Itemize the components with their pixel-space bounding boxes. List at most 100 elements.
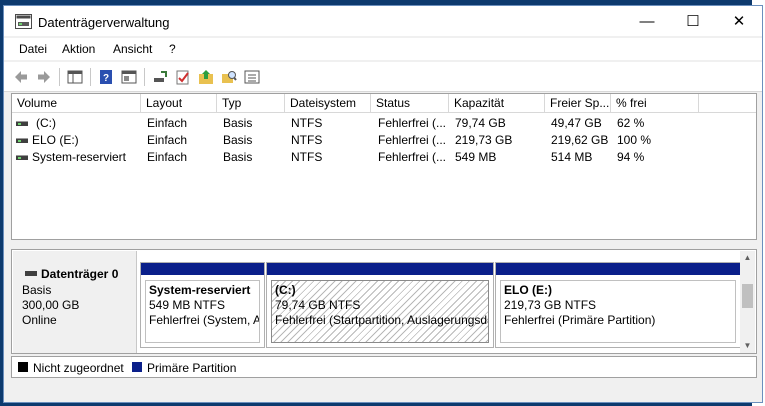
scroll-up-icon[interactable]: ▲ <box>740 251 755 265</box>
partition-name: System-reserviert <box>149 283 251 297</box>
cell-kapazitaet: 79,74 GB <box>455 116 506 130</box>
legend-primary-label: Primäre Partition <box>147 361 237 375</box>
cell-volume: System-reserviert <box>32 150 127 164</box>
maximize-button[interactable]: ☐ <box>670 6 716 36</box>
title-bar: Datenträgerverwaltung — ☐ ✕ <box>4 6 762 36</box>
partition-system-reserved[interactable]: System-reserviert 549 MB NTFS Fehlerfrei… <box>140 262 265 348</box>
scrollbar-thumb[interactable] <box>742 284 753 308</box>
disk-management-app-icon <box>15 14 32 29</box>
partition-body: ELO (E:) 219,73 GB NTFS Fehlerfrei (Prim… <box>500 280 736 343</box>
partition-name: ELO (E:) <box>504 283 552 297</box>
check-icon[interactable] <box>175 69 191 85</box>
cell-layout: Einfach <box>147 116 188 130</box>
forward-arrow-icon[interactable] <box>36 69 52 85</box>
cell-freier-speicher: 514 MB <box>551 150 593 164</box>
cell-typ: Basis <box>223 133 253 147</box>
volume-list-header: Volume Layout Typ Dateisystem Status Kap… <box>12 94 756 113</box>
cell-layout: Einfach <box>147 133 188 147</box>
connect-icon[interactable] <box>152 69 168 85</box>
disk-info-panel[interactable]: Datenträger 0 Basis 300,00 GB Online <box>13 251 137 353</box>
svg-text:?: ? <box>103 73 109 84</box>
disk-type: Basis <box>22 283 52 297</box>
menu-aktion[interactable]: Aktion <box>62 42 95 56</box>
column-header-kapazitaet[interactable]: Kapazität <box>449 94 545 113</box>
help-icon[interactable]: ? <box>98 69 114 85</box>
disk-management-window: Datenträgerverwaltung — ☐ ✕ Datei Aktion… <box>3 5 763 403</box>
search-icon[interactable] <box>221 69 237 85</box>
partition-status: Fehlerfrei (Primäre Partition) <box>504 313 656 327</box>
toolbar-separator <box>90 68 91 86</box>
partition-size: 219,73 GB NTFS <box>504 298 597 312</box>
column-header-volume[interactable]: Volume <box>12 94 141 113</box>
disk-drive-icon <box>25 271 37 276</box>
cell-typ: Basis <box>223 116 253 130</box>
volume-drive-icon <box>16 155 28 160</box>
cell-dateisystem: NTFS <box>291 116 323 130</box>
partition-header-bar <box>267 263 493 275</box>
partition-size: 549 MB NTFS <box>149 298 226 312</box>
column-header-typ[interactable]: Typ <box>217 94 285 113</box>
volume-drive-icon <box>16 121 28 126</box>
toolbar: ? <box>4 62 762 92</box>
legend-primary-swatch <box>132 362 142 372</box>
scroll-down-icon[interactable]: ▼ <box>740 339 755 353</box>
cell-volume: ELO (E:) <box>32 133 79 147</box>
cell-prozent-frei: 100 % <box>617 133 652 147</box>
disk-size: 300,00 GB <box>22 298 80 312</box>
column-header-status[interactable]: Status <box>371 94 449 113</box>
column-header-freier-speicher[interactable]: Freier Sp... <box>545 94 611 113</box>
properties-icon[interactable] <box>121 69 137 85</box>
partition-elo-e[interactable]: ELO (E:) 219,73 GB NTFS Fehlerfrei (Prim… <box>495 262 741 348</box>
cell-status: Fehlerfrei (... <box>378 116 447 130</box>
cell-kapazitaet: 219,73 GB <box>455 133 513 147</box>
partition-header-bar <box>141 263 264 275</box>
partition-name: (C:) <box>275 283 296 297</box>
legend-unallocated-label: Nicht zugeordnet <box>33 361 124 375</box>
partition-c[interactable]: (C:) 79,74 GB NTFS Fehlerfrei (Startpart… <box>266 262 494 348</box>
disk-graphical-view: Datenträger 0 Basis 300,00 GB Online Sys… <box>11 249 757 354</box>
volume-drive-icon <box>16 138 28 143</box>
pane-splitter[interactable] <box>11 241 757 248</box>
partition-body-selected: (C:) 79,74 GB NTFS Fehlerfrei (Startpart… <box>271 280 489 343</box>
cell-dateisystem: NTFS <box>291 150 323 164</box>
cell-prozent-frei: 62 % <box>617 116 645 130</box>
partition-status: Fehlerfrei (Startpartition, Auslagerungs… <box>275 313 489 327</box>
cell-freier-speicher: 219,62 GB <box>551 133 609 147</box>
list-icon[interactable] <box>244 69 260 85</box>
cell-typ: Basis <box>223 150 253 164</box>
menu-datei[interactable]: Datei <box>19 42 47 56</box>
back-arrow-icon[interactable] <box>13 69 29 85</box>
cell-status: Fehlerfrei (... <box>378 150 447 164</box>
legend-bar: Nicht zugeordnet Primäre Partition <box>11 356 757 378</box>
toolbar-separator <box>59 68 60 86</box>
partition-header-bar <box>496 263 740 275</box>
disk-name: Datenträger 0 <box>41 267 119 281</box>
disk-status: Online <box>22 313 57 327</box>
vertical-scrollbar[interactable]: ▲ ▼ <box>740 251 755 353</box>
cell-dateisystem: NTFS <box>291 133 323 147</box>
menu-ansicht[interactable]: Ansicht <box>113 42 152 56</box>
close-button[interactable]: ✕ <box>716 6 762 36</box>
cell-prozent-frei: 94 % <box>617 150 645 164</box>
table-row[interactable]: (C:) Einfach Basis NTFS Fehlerfrei (... … <box>12 115 756 132</box>
cell-kapazitaet: 549 MB <box>455 150 497 164</box>
partition-size: 79,74 GB NTFS <box>275 298 361 312</box>
cell-status: Fehlerfrei (... <box>378 133 447 147</box>
column-header-prozent-frei[interactable]: % frei <box>611 94 699 113</box>
partition-body: System-reserviert 549 MB NTFS Fehlerfrei… <box>145 280 260 343</box>
table-row[interactable]: ELO (E:) Einfach Basis NTFS Fehlerfrei (… <box>12 132 756 149</box>
toolbar-separator <box>144 68 145 86</box>
minimize-button[interactable]: — <box>624 6 670 36</box>
console-tree-icon[interactable] <box>67 69 83 85</box>
volume-list: Volume Layout Typ Dateisystem Status Kap… <box>11 93 757 240</box>
partition-status: Fehlerfrei (System, Al <box>149 313 260 327</box>
table-row[interactable]: System-reserviert Einfach Basis NTFS Feh… <box>12 149 756 166</box>
folder-up-icon[interactable] <box>198 69 214 85</box>
column-header-dateisystem[interactable]: Dateisystem <box>285 94 371 113</box>
legend-unallocated-swatch <box>18 362 28 372</box>
window-title: Datenträgerverwaltung <box>38 15 170 30</box>
menu-bar: Datei Aktion Ansicht ? <box>4 38 762 60</box>
menu-help[interactable]: ? <box>169 42 176 56</box>
column-header-layout[interactable]: Layout <box>141 94 217 113</box>
cell-freier-speicher: 49,47 GB <box>551 116 602 130</box>
